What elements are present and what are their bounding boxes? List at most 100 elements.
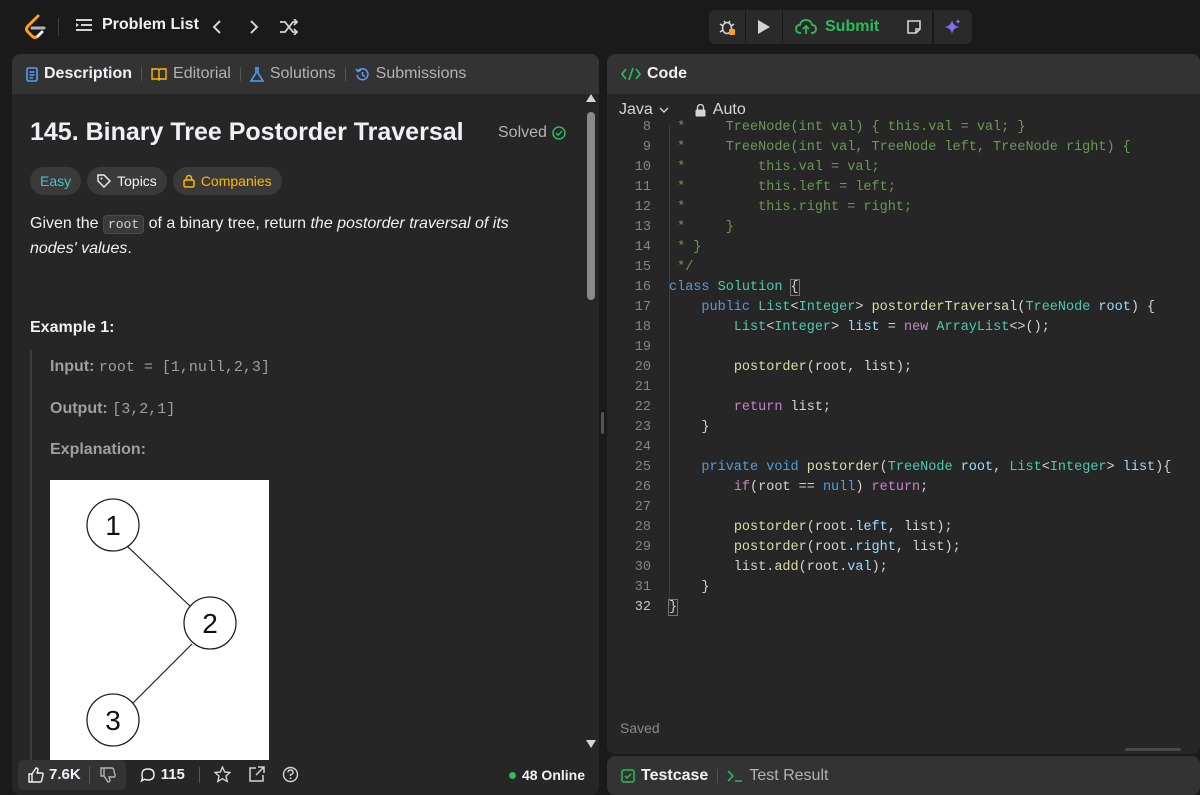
lock-icon	[183, 174, 195, 188]
save-status: Saved	[620, 720, 660, 736]
tab-submissions[interactable]: Submissions	[355, 65, 467, 83]
leetcode-logo-icon[interactable]	[22, 13, 48, 41]
random-problem-button[interactable]	[278, 16, 300, 38]
comments-button[interactable]: 115	[139, 766, 185, 783]
example-input: Input: root = [1,null,2,3]	[50, 358, 270, 376]
star-icon[interactable]	[213, 766, 231, 783]
statement-text: of a binary tree, return	[144, 215, 311, 232]
tag-icon	[97, 174, 112, 188]
statement-text: Given the	[30, 215, 103, 232]
list-icon	[76, 19, 92, 31]
tab-testcase[interactable]: Testcase	[621, 767, 708, 785]
book-icon	[151, 68, 167, 81]
like-button[interactable]: 7.6K	[18, 760, 89, 790]
scrollbar-thumb[interactable]	[587, 112, 595, 300]
tab-label: Description	[44, 65, 133, 82]
checkbox-icon	[621, 768, 635, 783]
resize-handle[interactable]	[1125, 748, 1181, 751]
top-navbar: Problem List Submit	[0, 0, 1200, 54]
thumbs-up-icon	[28, 766, 44, 783]
dislike-button[interactable]	[90, 760, 126, 790]
topics-button[interactable]: Topics	[87, 167, 167, 195]
share-icon[interactable]	[248, 766, 265, 783]
inline-code: root	[102, 215, 145, 234]
help-icon[interactable]	[282, 766, 299, 783]
like-dislike-group: 7.6K	[18, 759, 126, 790]
scroll-down-icon[interactable]	[586, 740, 596, 748]
tab-description[interactable]: Description	[26, 65, 132, 83]
example-block: Input: root = [1,null,2,3] Output: [3,2,…	[30, 350, 550, 760]
prev-problem-button[interactable]	[206, 16, 228, 38]
tree-svg: 1 2 3	[86, 498, 237, 747]
explanation-label: Explanation:	[50, 441, 147, 458]
tab-code[interactable]: Code	[621, 65, 687, 83]
statement-text: .	[127, 240, 132, 257]
code-editor[interactable]: 8 * TreeNode(int val) { this.val = val; …	[607, 120, 1200, 686]
solved-status: Solved	[498, 124, 566, 142]
play-icon	[758, 20, 770, 34]
submit-label: Submit	[825, 18, 880, 35]
online-indicator: 48 Online	[508, 767, 585, 783]
tree-node: 1	[86, 498, 140, 552]
example-explanation: Explanation:	[50, 441, 146, 459]
debug-button[interactable]	[709, 10, 745, 44]
submit-button[interactable]: Submit	[783, 10, 891, 44]
tree-edge	[124, 543, 193, 609]
terminal-icon	[727, 769, 743, 782]
tab-label: Submissions	[375, 65, 467, 82]
comment-icon	[139, 767, 155, 783]
tab-label: Editorial	[173, 65, 231, 82]
bug-icon	[719, 20, 735, 35]
tab-editorial[interactable]: Editorial	[151, 65, 231, 83]
companies-label: Companies	[200, 173, 272, 189]
check-circle-icon	[552, 126, 566, 140]
lock-icon	[695, 103, 706, 116]
description-tabbar: Description Editorial Solutions Submissi…	[12, 54, 599, 94]
run-button[interactable]	[746, 10, 782, 44]
problem-list-label: Problem List	[102, 16, 199, 33]
history-icon	[355, 67, 369, 80]
problem-statement: Given the root of a binary tree, return …	[30, 212, 550, 261]
problem-list-button[interactable]: Problem List	[76, 16, 199, 34]
online-dot	[508, 771, 516, 779]
note-icon	[907, 20, 921, 34]
description-panel: Description Editorial Solutions Submissi…	[12, 54, 599, 795]
description-scrollbar[interactable]	[584, 94, 598, 754]
language-select[interactable]: Java	[619, 101, 669, 119]
testcase-label: Testcase	[641, 766, 709, 784]
extra-toolbar	[896, 10, 974, 44]
input-label: Input:	[50, 358, 95, 375]
ai-assistant-button[interactable]	[934, 10, 972, 44]
test-result-label: Test Result	[749, 766, 829, 784]
testcase-panel: Testcase Test Result	[607, 756, 1200, 795]
code-panel: Code Java Auto 8 * TreeNode(int val) { t…	[607, 54, 1200, 754]
flask-icon	[249, 66, 264, 82]
tab-solutions[interactable]: Solutions	[249, 65, 336, 83]
description-footer: 7.6K 115 48 Online	[12, 754, 599, 795]
output-value: [3,2,1]	[112, 401, 176, 418]
tree-diagram: 1 2 3	[50, 480, 269, 760]
thumbs-down-icon	[99, 766, 116, 783]
auto-mode-toggle[interactable]: Auto	[695, 101, 746, 119]
tab-test-result[interactable]: Test Result	[727, 767, 828, 785]
notes-button[interactable]	[896, 10, 932, 44]
like-count: 7.6K	[49, 766, 81, 783]
comment-count: 115	[160, 766, 185, 783]
next-problem-button[interactable]	[243, 16, 265, 38]
document-icon	[26, 66, 38, 82]
testcase-tabbar: Testcase Test Result	[607, 756, 1200, 795]
tree-node: 2	[183, 596, 237, 650]
tree-node: 3	[86, 693, 140, 747]
auto-label: Auto	[712, 101, 746, 118]
code-tab-label: Code	[647, 65, 687, 82]
chevron-right-icon	[250, 20, 259, 34]
topics-label: Topics	[117, 173, 157, 189]
difficulty-label: Easy	[40, 173, 72, 189]
problem-title[interactable]: 145. Binary Tree Postorder Traversal	[30, 118, 464, 147]
companies-button[interactable]: Companies	[172, 167, 282, 195]
difficulty-badge: Easy	[30, 167, 82, 195]
language-label: Java	[619, 101, 653, 118]
scroll-up-icon[interactable]	[586, 94, 596, 102]
panel-splitter-handle[interactable]	[601, 412, 604, 434]
shuffle-icon	[280, 19, 299, 35]
